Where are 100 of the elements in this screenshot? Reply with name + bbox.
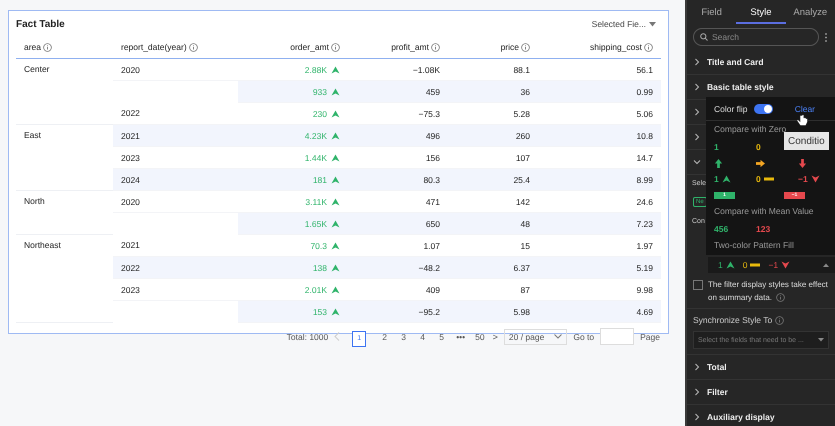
chevron-icon[interactable]	[693, 108, 701, 116]
table-cell: 2022	[121, 262, 140, 272]
search-field[interactable]: Search	[693, 28, 819, 46]
total-count: Total: 1000	[286, 332, 328, 342]
page-button[interactable]: •••	[454, 330, 468, 344]
table-cell: 260	[516, 130, 530, 140]
table-cell: 2.01K	[304, 284, 327, 294]
chevron-icon[interactable]	[693, 363, 701, 371]
clear-link[interactable]: Clear	[794, 104, 815, 114]
preview-value: −1	[768, 260, 778, 270]
table-cell: 496	[426, 130, 440, 140]
table-cell: 153	[312, 306, 327, 316]
table-cell: −1.08K	[412, 64, 440, 74]
up-triangle-icon	[331, 220, 340, 228]
column-header[interactable]: area	[24, 42, 42, 52]
panel-tab[interactable]: Analyze	[786, 0, 835, 24]
table-cell: 1.97	[636, 240, 653, 250]
up-triangle-icon	[331, 264, 340, 272]
info-icon	[521, 42, 530, 52]
color-flip-toggle[interactable]	[754, 104, 773, 114]
sample-value: 1	[714, 174, 719, 184]
column-header[interactable]: shipping_cost	[590, 42, 642, 52]
chevron-icon[interactable]	[693, 158, 701, 166]
tooltip: Conditio	[784, 132, 829, 150]
page-button[interactable]: 4	[416, 330, 430, 344]
chevron-icon[interactable]	[693, 388, 701, 396]
goto-input[interactable]	[600, 328, 634, 345]
table-cell: 5.19	[636, 262, 653, 272]
card-title: Fact Table	[16, 18, 65, 30]
column-header[interactable]: price	[500, 42, 519, 52]
section-title[interactable]: Filter	[707, 387, 728, 397]
up-triangle-icon	[331, 66, 340, 74]
sample-value: 123	[756, 224, 770, 234]
chevron-icon[interactable]	[693, 133, 701, 141]
table-cell: 5.06	[636, 108, 653, 118]
info-icon	[775, 316, 784, 324]
table-cell: 36	[520, 86, 530, 96]
column-header[interactable]: order_amt	[290, 42, 329, 52]
table-cell: 80.3	[423, 174, 440, 184]
table-cell: 87	[520, 284, 530, 294]
table-cell: 14.7	[636, 152, 653, 162]
caret-icon	[818, 338, 824, 342]
table-cell: 2022	[121, 108, 140, 118]
table-cell: 181	[312, 174, 327, 184]
up-triangle-icon	[331, 110, 340, 118]
chevron-icon[interactable]	[693, 413, 701, 421]
table-cell: 933	[312, 86, 327, 96]
table-cell: 650	[426, 218, 440, 228]
color-flip-label: Color flip	[714, 104, 748, 114]
info-icon	[644, 42, 653, 52]
page-button[interactable]: 2	[378, 330, 392, 344]
table-cell: 230	[312, 108, 327, 118]
panel-tab[interactable]: Field	[687, 0, 736, 24]
page-button[interactable]: 5	[435, 330, 448, 344]
panel-tab[interactable]: Style	[736, 0, 786, 24]
table-cell: 0.99	[636, 86, 653, 96]
table-cell: 459	[426, 86, 440, 96]
chevron-icon[interactable]	[693, 58, 701, 66]
table-cell: 2021	[121, 130, 140, 140]
search-input[interactable]: Search	[712, 32, 792, 42]
table-cell: 8.99	[636, 174, 653, 184]
table-cell: 9.98	[636, 284, 653, 294]
table-cell: 25.4	[513, 174, 530, 184]
info-icon	[43, 42, 52, 52]
table-cell: 56.1	[636, 64, 653, 74]
column-header[interactable]: profit_amt	[391, 42, 429, 52]
table-cell: 10.8	[636, 130, 653, 140]
up-triangle-icon	[331, 176, 340, 184]
section-title[interactable]: Total	[707, 362, 727, 372]
up-triangle-icon	[331, 88, 340, 96]
preview-value: 0	[742, 260, 748, 270]
next-page-button[interactable]: >	[492, 332, 498, 342]
style-preview-select[interactable]: 1 0 −1	[708, 257, 835, 273]
table-cell: 1.07	[423, 240, 440, 250]
table-cell: 2.88K	[304, 64, 327, 74]
table-cell: 48	[520, 218, 530, 228]
checkbox[interactable]	[693, 280, 703, 290]
sample-value: −1	[798, 174, 808, 184]
table-cell: 107	[516, 152, 530, 162]
section-title[interactable]: Basic table style	[707, 82, 774, 92]
table-cell: 2024	[121, 174, 140, 184]
section-title[interactable]: Title and Card	[707, 57, 764, 67]
table-cell: 88.1	[513, 64, 530, 74]
table-cell: −75.3	[418, 108, 440, 118]
table-cell: 471	[426, 196, 440, 206]
section-title[interactable]: Auxiliary display	[707, 412, 775, 422]
sample-value: 1	[714, 142, 719, 152]
search-icon	[700, 33, 708, 41]
page-button[interactable]: 3	[397, 330, 410, 344]
chevron-icon[interactable]	[693, 83, 701, 91]
page-size-select[interactable]: 20 / page	[504, 328, 568, 344]
table-cell: Northeast	[24, 240, 61, 250]
field-picker[interactable]: Selected Fie...	[592, 19, 656, 29]
info-icon	[188, 42, 198, 52]
table-cell: 4.23K	[304, 130, 327, 140]
page-button[interactable]: 50	[473, 330, 487, 344]
column-header[interactable]: report_date(year)	[121, 42, 187, 52]
group-title: Two-color Pattern Fill	[714, 240, 794, 250]
checkbox-label: The filter display styles take effect	[708, 279, 828, 291]
table-cell: 15	[520, 240, 530, 250]
